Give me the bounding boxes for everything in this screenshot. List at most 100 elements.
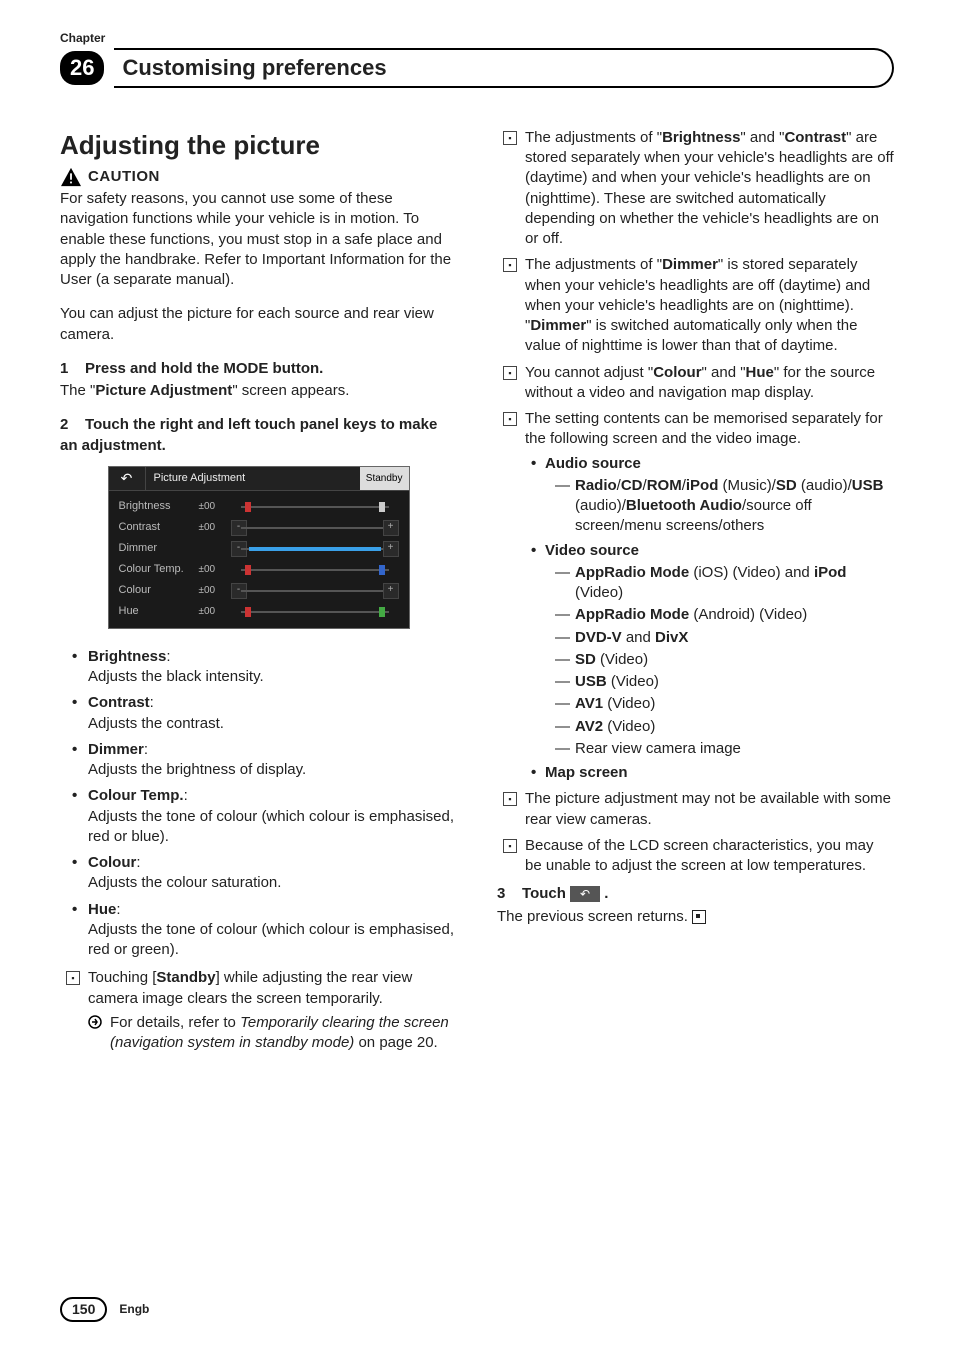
plus-icon[interactable]: +: [383, 583, 399, 599]
text: Because of the LCD screen characteristic…: [525, 837, 874, 874]
text: iPod: [814, 564, 847, 581]
back-icon[interactable]: ↶: [109, 467, 146, 490]
plus-icon[interactable]: +: [383, 520, 399, 536]
slider-contrast[interactable]: - +: [231, 521, 399, 535]
section-header: 26 Customising preferences: [60, 48, 894, 88]
text: Contrast: [784, 129, 846, 146]
note-brightness-contrast: ▪ The adjustments of "Brightness" and "C…: [497, 128, 894, 250]
note-icon: ▪: [503, 839, 517, 853]
caution-heading: CAUTION: [60, 167, 457, 187]
item-dimmer: Dimmer:Adjusts the brightness of display…: [60, 740, 457, 781]
item-desc: Adjusts the colour saturation.: [88, 873, 457, 893]
item-title: Hue: [88, 901, 116, 918]
text: The picture adjustment may not be availa…: [525, 790, 891, 827]
text: iPod: [686, 477, 719, 494]
label-colour: Colour: [119, 583, 191, 598]
text: Bluetooth Audio: [626, 497, 742, 514]
note-memorised: ▪ The setting contents can be memorised …: [497, 409, 894, 783]
ref-line: For details, refer to Temporarily cleari…: [88, 1013, 457, 1054]
item-title: Contrast: [88, 694, 150, 711]
val-contrast: ±00: [199, 521, 223, 535]
text: (Video): [603, 718, 655, 735]
label-colour-temp: Colour Temp.: [119, 562, 191, 577]
text: CD: [621, 477, 643, 494]
video-line-1: AppRadio Mode (iOS) (Video) and iPod (Vi…: [545, 563, 894, 604]
standby-button[interactable]: Standby: [360, 467, 409, 490]
text: on page 20.: [354, 1034, 437, 1051]
text: (Video): [603, 695, 655, 712]
text: (audio)/: [797, 477, 852, 494]
text: For details, refer to: [110, 1014, 240, 1031]
item-desc: Adjusts the contrast.: [88, 714, 457, 734]
back-icon[interactable]: ↶: [570, 886, 600, 902]
left-notes: ▪ Touching [Standby] while adjusting the…: [60, 968, 457, 1053]
slider-colour-temp[interactable]: [231, 563, 399, 577]
step-3-num: 3: [497, 885, 505, 902]
note-icon: ▪: [503, 131, 517, 145]
item-title: Brightness: [88, 648, 166, 665]
note-colour-hue: ▪ You cannot adjust "Colour" and "Hue" f…: [497, 363, 894, 404]
screenshot-title: Picture Adjustment: [146, 467, 360, 490]
note-icon: ▪: [503, 258, 517, 272]
text: AV2: [575, 718, 603, 735]
video-source: Video source AppRadio Mode (iOS) (Video)…: [525, 541, 894, 760]
picture-adjustment-screenshot: ↶ Picture Adjustment Standby Brightness …: [108, 466, 410, 629]
step-1-title: Press and hold the MODE button.: [85, 360, 323, 377]
text: and: [622, 629, 655, 646]
item-colour-temp: Colour Temp.:Adjusts the tone of colour …: [60, 786, 457, 847]
val-colour-temp: ±00: [199, 563, 223, 577]
audio-source: Audio source Radio/CD/ROM/iPod (Music)/S…: [525, 454, 894, 537]
article-title: Adjusting the picture: [60, 128, 457, 163]
chapter-number: 26: [60, 51, 104, 85]
item-title: Colour: [88, 854, 136, 871]
text: DivX: [655, 629, 688, 646]
val-hue: ±00: [199, 605, 223, 619]
text: Colour: [653, 364, 701, 381]
slider-colour[interactable]: - +: [231, 584, 399, 598]
text: (audio)/: [575, 497, 626, 514]
row-brightness: Brightness ±00: [119, 499, 399, 515]
item-hue: Hue:Adjusts the tone of colour (which co…: [60, 900, 457, 961]
label-dimmer: Dimmer: [119, 541, 191, 556]
map-screen-label: Map screen: [545, 764, 628, 781]
text: (Video): [607, 673, 659, 690]
text: ROM: [647, 477, 682, 494]
step-2-title: Touch the right and left touch panel key…: [60, 416, 437, 453]
video-line-6: AV1 (Video): [545, 694, 894, 714]
text: (Video): [596, 651, 648, 668]
video-line-5: USB (Video): [545, 672, 894, 692]
text: (iOS) (Video) and: [689, 564, 814, 581]
safety-text: For safety reasons, you cannot use some …: [60, 189, 457, 290]
text: (Android) (Video): [689, 606, 807, 623]
slider-dimmer[interactable]: - +: [231, 542, 399, 556]
note-icon: ▪: [66, 971, 80, 985]
slider-hue[interactable]: [231, 605, 399, 619]
video-line-2: AppRadio Mode (Android) (Video): [545, 605, 894, 625]
note-rvc: ▪ The picture adjustment may not be avai…: [497, 789, 894, 830]
left-column: Adjusting the picture CAUTION For safety…: [60, 128, 457, 1061]
text: Hue: [746, 364, 774, 381]
item-title: Dimmer: [88, 741, 144, 758]
label-brightness: Brightness: [119, 499, 191, 514]
slider-brightness[interactable]: [231, 500, 399, 514]
text: AV1: [575, 695, 603, 712]
text: AppRadio Mode: [575, 564, 689, 581]
note-lcd: ▪ Because of the LCD screen characterist…: [497, 836, 894, 877]
text: Radio: [575, 477, 617, 494]
text: DVD-V: [575, 629, 622, 646]
end-icon: [692, 910, 706, 924]
step-1-sub: The "Picture Adjustment" screen appears.: [60, 381, 457, 401]
caution-label: CAUTION: [88, 167, 160, 187]
note-standby: ▪ Touching [Standby] while adjusting the…: [60, 968, 457, 1053]
audio-source-label: Audio source: [545, 455, 641, 472]
label-hue: Hue: [119, 604, 191, 619]
text: Rear view camera image: [575, 740, 741, 757]
text: You cannot adjust ": [525, 364, 653, 381]
plus-icon[interactable]: +: [383, 541, 399, 557]
text: Standby: [156, 969, 215, 986]
right-column: ▪ The adjustments of "Brightness" and "C…: [497, 128, 894, 1061]
step-3-sub: The previous screen returns.: [497, 907, 894, 927]
text: (Music)/: [718, 477, 776, 494]
video-line-7: AV2 (Video): [545, 717, 894, 737]
text: (Video): [575, 584, 623, 601]
